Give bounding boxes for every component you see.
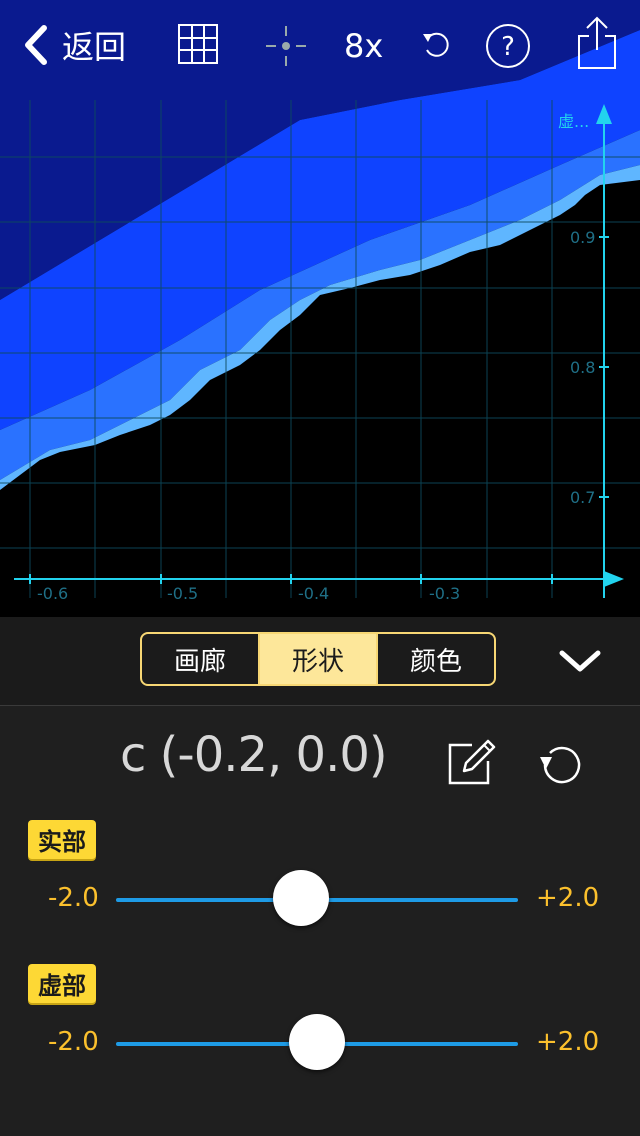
real-part-min: -2.0: [48, 883, 99, 913]
real-part-tag: 实部: [28, 820, 96, 859]
edit-parameter-button[interactable]: [446, 737, 496, 787]
real-part-slider-thumb[interactable]: [273, 870, 329, 926]
y-tick-label: 0.7: [570, 488, 596, 507]
tabs-bar: 画廊 形状 颜色: [0, 617, 640, 706]
x-tick-label: -0.6: [37, 584, 69, 603]
back-label: 返回: [62, 28, 127, 66]
app-screen: -0.6 -0.5 -0.4 -0.3 0.9 0.8 0.7 虚... 返回: [0, 0, 640, 1136]
imaginary-part-slider-thumb[interactable]: [289, 1014, 345, 1070]
fractal-plot: [0, 0, 640, 598]
parameter-row: c (-0.2, 0.0): [0, 727, 640, 797]
tab-color[interactable]: 颜色: [378, 634, 494, 684]
y-tick-label: 0.9: [570, 228, 596, 247]
grid-icon: [178, 24, 218, 64]
help-icon: ?: [486, 24, 530, 68]
undo-icon: [423, 32, 449, 57]
undo-button[interactable]: [420, 28, 454, 62]
real-part-max: +2.0: [536, 883, 600, 913]
help-button[interactable]: ?: [484, 22, 532, 70]
control-panel: 画廊 形状 颜色 c (-0.2, 0.0) 实部 -2.0 +2.0 虚部 -…: [0, 617, 640, 1136]
tab-gallery[interactable]: 画廊: [142, 634, 258, 684]
reset-icon: [540, 746, 581, 784]
imaginary-part-min: -2.0: [48, 1027, 99, 1057]
reset-parameter-button[interactable]: [538, 741, 586, 785]
edit-icon: [448, 739, 496, 785]
fractal-canvas[interactable]: -0.6 -0.5 -0.4 -0.3 0.9 0.8 0.7 虚...: [0, 0, 640, 617]
x-tick-label: -0.5: [167, 584, 199, 603]
crosshair-icon: [266, 26, 306, 66]
top-toolbar: 返回 8x ?: [0, 0, 640, 92]
x-tick-label: -0.3: [429, 584, 461, 603]
svg-text:?: ?: [501, 32, 515, 62]
x-tick-label: -0.4: [298, 584, 330, 603]
parameter-value: c (-0.2, 0.0): [120, 727, 388, 783]
tab-shape[interactable]: 形状: [258, 634, 378, 684]
grid-toggle-button[interactable]: [176, 22, 220, 66]
imaginary-part-tag: 虚部: [28, 964, 96, 1003]
y-tick-label: 0.8: [570, 358, 596, 377]
y-axis-name: 虚...: [558, 112, 590, 131]
collapse-panel-button[interactable]: [556, 645, 604, 677]
share-button[interactable]: [574, 14, 620, 72]
back-button[interactable]: 返回: [20, 20, 126, 70]
share-icon: [578, 16, 616, 69]
chevron-left-icon: [25, 25, 47, 65]
segmented-control: 画廊 形状 颜色: [140, 632, 496, 686]
imaginary-part-max: +2.0: [536, 1027, 600, 1057]
chevron-down-icon: [559, 650, 601, 672]
x-axis-arrow: [604, 571, 624, 587]
center-button[interactable]: [262, 22, 310, 70]
zoom-level[interactable]: 8x: [344, 24, 383, 68]
